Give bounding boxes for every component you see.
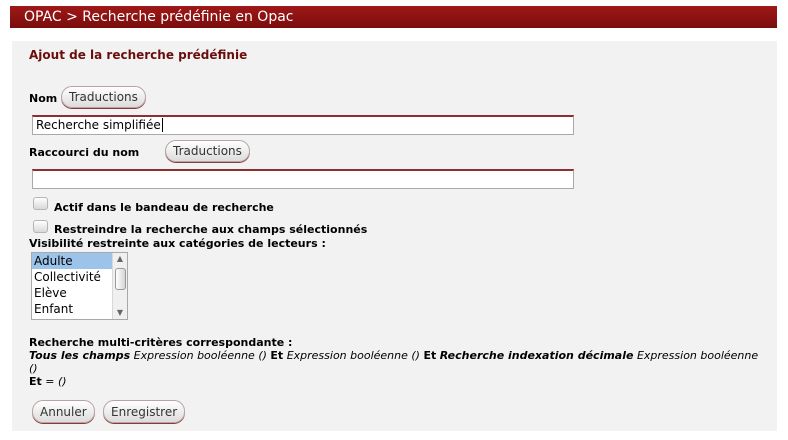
nom-input-value: Recherche simplifiée xyxy=(36,118,161,132)
criteria-field: Recherche indexation décimale xyxy=(439,349,634,362)
raccourci-input[interactable] xyxy=(32,169,574,189)
multi-criteria-title: Recherche multi-critères correspondante … xyxy=(29,336,293,349)
page-title: OPAC > Recherche prédéfinie en Opac xyxy=(24,9,294,25)
nom-input[interactable]: Recherche simplifiée xyxy=(32,115,574,135)
criteria-operator: Et xyxy=(423,349,437,362)
criteria-operator: Et xyxy=(270,349,284,362)
nom-translations-button[interactable]: Traductions xyxy=(61,86,146,108)
listbox-scrollbar[interactable]: ▲ ▼ xyxy=(112,253,127,319)
multi-criteria-summary: Recherche multi-critères correspondante … xyxy=(29,336,769,388)
scroll-thumb[interactable] xyxy=(115,268,126,290)
nom-label: Nom xyxy=(29,92,58,105)
criteria-field: Tous les champs xyxy=(29,349,131,362)
criteria-expression: = () xyxy=(45,375,67,388)
categories-listbox[interactable]: Adulte Collectivité Elève Enfant ▲ ▼ xyxy=(31,252,128,320)
raccourci-translations-button[interactable]: Traductions xyxy=(165,140,250,162)
raccourci-label: Raccourci du nom xyxy=(29,146,140,159)
predefined-search-form: Ajout de la recherche prédéfinie Nom Tra… xyxy=(12,41,777,431)
save-button[interactable]: Enregistrer xyxy=(103,400,186,423)
multi-criteria-expression: Tous les champs Expression booléenne () … xyxy=(29,349,769,388)
cancel-button[interactable]: Annuler xyxy=(32,400,95,423)
criteria-operator: Et xyxy=(29,375,42,388)
text-cursor xyxy=(161,118,163,132)
restreindre-label: Restreindre la recherche aux champs séle… xyxy=(54,223,368,236)
restreindre-checkbox[interactable] xyxy=(33,220,48,233)
actif-label: Actif dans le bandeau de recherche xyxy=(54,201,274,214)
criteria-expression: Expression booléenne () xyxy=(133,349,267,362)
section-title: Ajout de la recherche prédéfinie xyxy=(29,48,248,62)
page-header: OPAC > Recherche prédéfinie en Opac xyxy=(10,6,777,28)
criteria-expression: Expression booléenne () xyxy=(286,349,420,362)
actif-checkbox[interactable] xyxy=(33,197,48,210)
scroll-up-icon[interactable]: ▲ xyxy=(113,253,127,265)
scroll-down-icon[interactable]: ▼ xyxy=(113,307,127,319)
visibilite-label: Visibilité restreinte aux catégories de … xyxy=(29,237,326,250)
